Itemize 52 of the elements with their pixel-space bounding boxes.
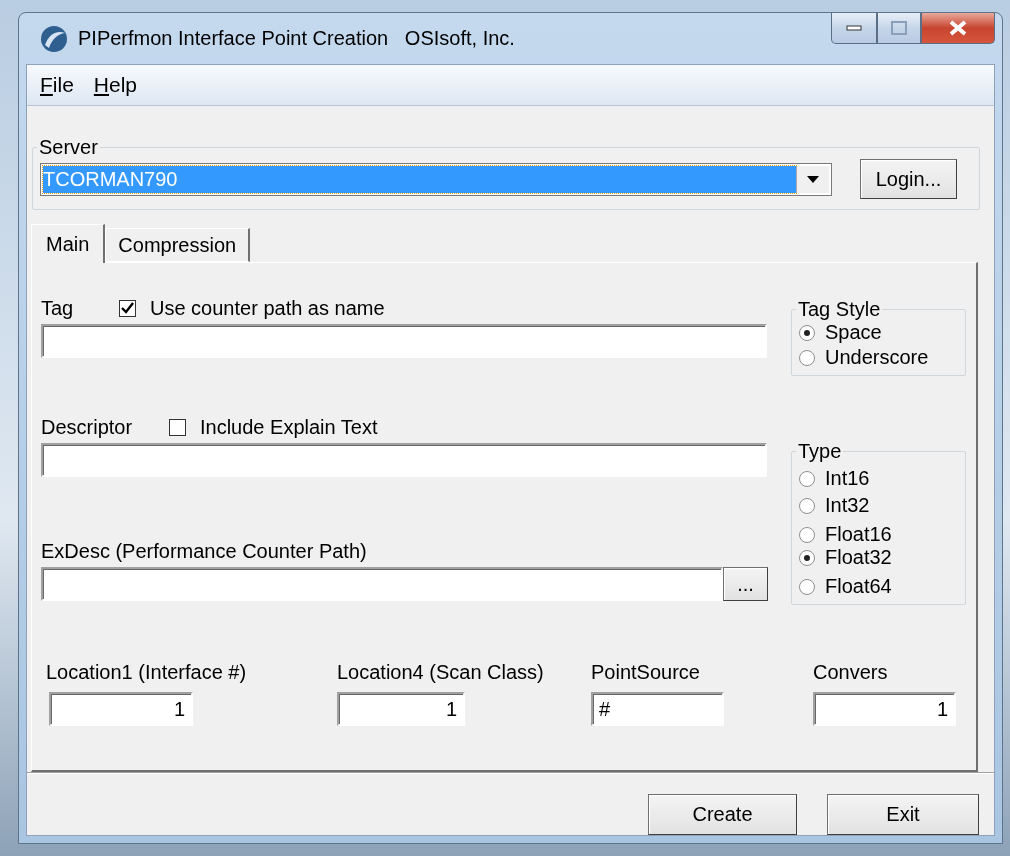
field-label: Convers: [813, 661, 889, 684]
close-icon: [949, 20, 967, 36]
radio-label: Float64: [825, 575, 892, 598]
menu-item[interactable]: Help: [93, 73, 138, 97]
browse-button[interactable]: ...: [723, 567, 768, 601]
close-button[interactable]: [921, 13, 995, 44]
app-icon: [40, 24, 68, 53]
group-title: Tag Style: [797, 298, 882, 321]
field-label: Descriptor: [41, 415, 134, 439]
checkmark-icon: [121, 302, 134, 314]
tag-field[interactable]: [41, 324, 767, 358]
menu-item[interactable]: File: [40, 73, 74, 97]
window-title: PIPerfmon Interface Point Creation OSIsoft, Inc.: [78, 27, 515, 50]
radio-button[interactable]: [799, 497, 815, 514]
group-title: Type: [797, 440, 843, 463]
radio-button[interactable]: [799, 324, 815, 341]
login-button[interactable]: Login...: [860, 159, 957, 199]
maximize-icon: [891, 21, 907, 35]
group-title: Server: [38, 136, 99, 159]
radio-button[interactable]: [799, 578, 815, 595]
radio-label: Float16: [825, 523, 892, 546]
checkbox-label: Use counter path as name: [150, 296, 385, 320]
exdesc-field[interactable]: [41, 567, 723, 601]
input-field[interactable]: 1: [337, 692, 465, 726]
radio-button[interactable]: [799, 470, 815, 487]
tab[interactable]: Compression: [105, 228, 251, 262]
tab[interactable]: Main: [31, 224, 106, 263]
radio-button[interactable]: [799, 526, 815, 543]
checkbox[interactable]: [119, 299, 136, 317]
input-field[interactable]: 1: [49, 692, 193, 726]
field-label: Location1 (Interface #): [46, 661, 248, 684]
radio-label: Space: [825, 321, 882, 344]
checkbox[interactable]: [169, 418, 186, 436]
checkbox-label: Include Explain Text: [200, 415, 378, 439]
radio-label: Int32: [825, 494, 870, 517]
descriptor-field[interactable]: [41, 443, 767, 477]
radio-button[interactable]: [799, 349, 815, 366]
radio-label: Underscore: [825, 346, 929, 369]
field-label: Location4 (Scan Class): [337, 661, 545, 684]
radio-button[interactable]: [799, 549, 815, 566]
minimize-button[interactable]: [831, 13, 877, 44]
radio-label: Int16: [825, 467, 870, 490]
dialog-button[interactable]: Exit: [827, 794, 979, 835]
maximize-button[interactable]: [877, 13, 921, 44]
dialog-button[interactable]: Create: [648, 794, 797, 835]
input-field[interactable]: #: [591, 692, 724, 726]
field-label: ExDesc (Performance Counter Path): [41, 539, 367, 563]
field-label: Tag: [41, 296, 75, 320]
input-field[interactable]: 1: [813, 692, 956, 726]
field-label: PointSource: [591, 661, 701, 684]
radio-label: Float32: [825, 546, 892, 569]
minimize-icon: [846, 25, 862, 31]
